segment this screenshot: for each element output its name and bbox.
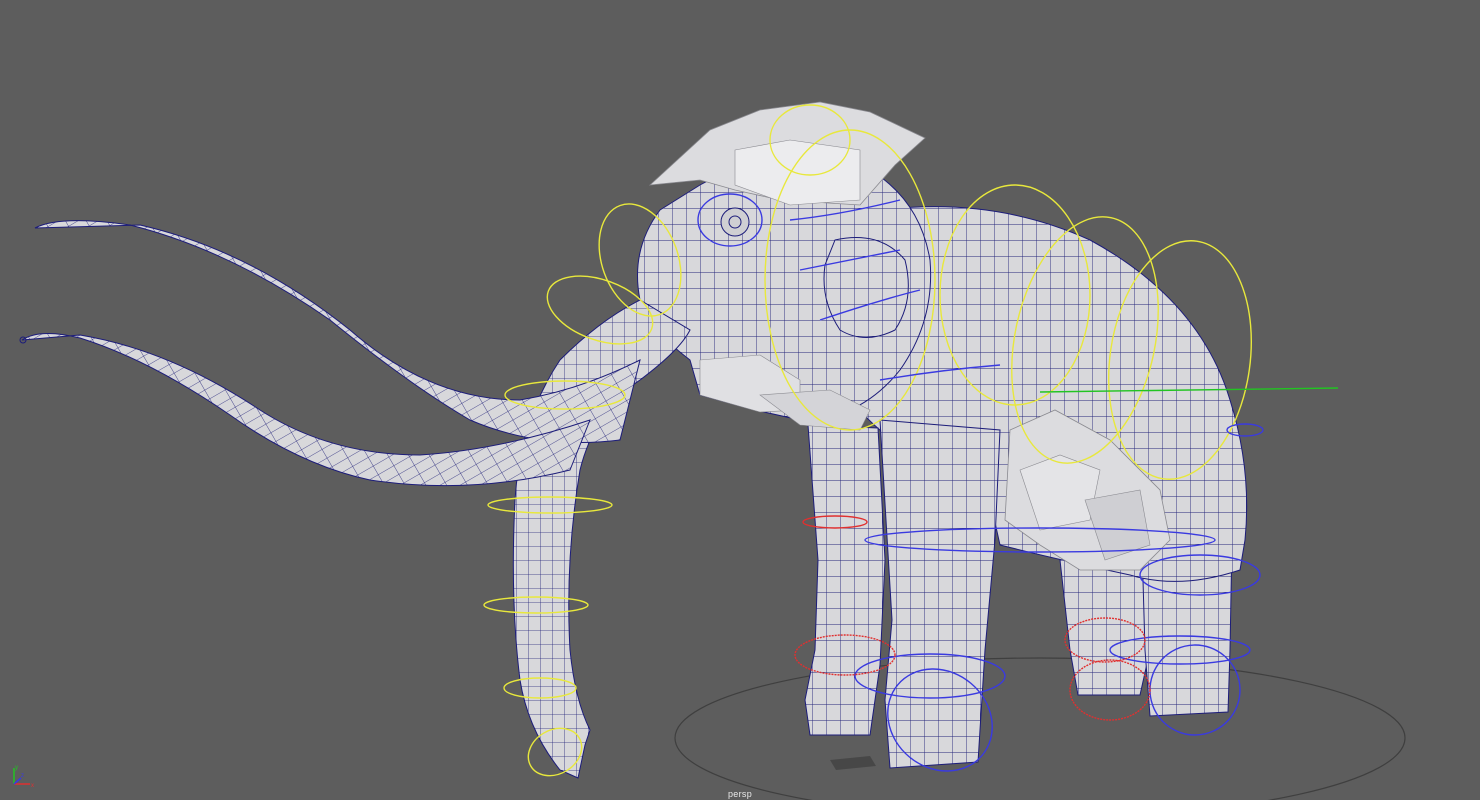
tusks-mesh[interactable] xyxy=(19,220,641,487)
trunk-mesh[interactable] xyxy=(512,299,691,779)
camera-name-label: persp xyxy=(727,789,752,799)
axis-z-label: z xyxy=(21,773,24,779)
maya-viewport[interactable]: x y z persp xyxy=(0,0,1480,800)
ground-shadow-patch xyxy=(830,756,876,770)
axis-y-label: y xyxy=(15,765,18,771)
eye-socket xyxy=(720,207,750,237)
axis-indicator: x y z xyxy=(13,765,34,789)
ground-shadow-circle xyxy=(674,657,1406,800)
perspective-scene[interactable] xyxy=(0,0,1480,800)
front-legs-mesh[interactable] xyxy=(804,419,1001,769)
head-mesh[interactable] xyxy=(637,101,932,431)
